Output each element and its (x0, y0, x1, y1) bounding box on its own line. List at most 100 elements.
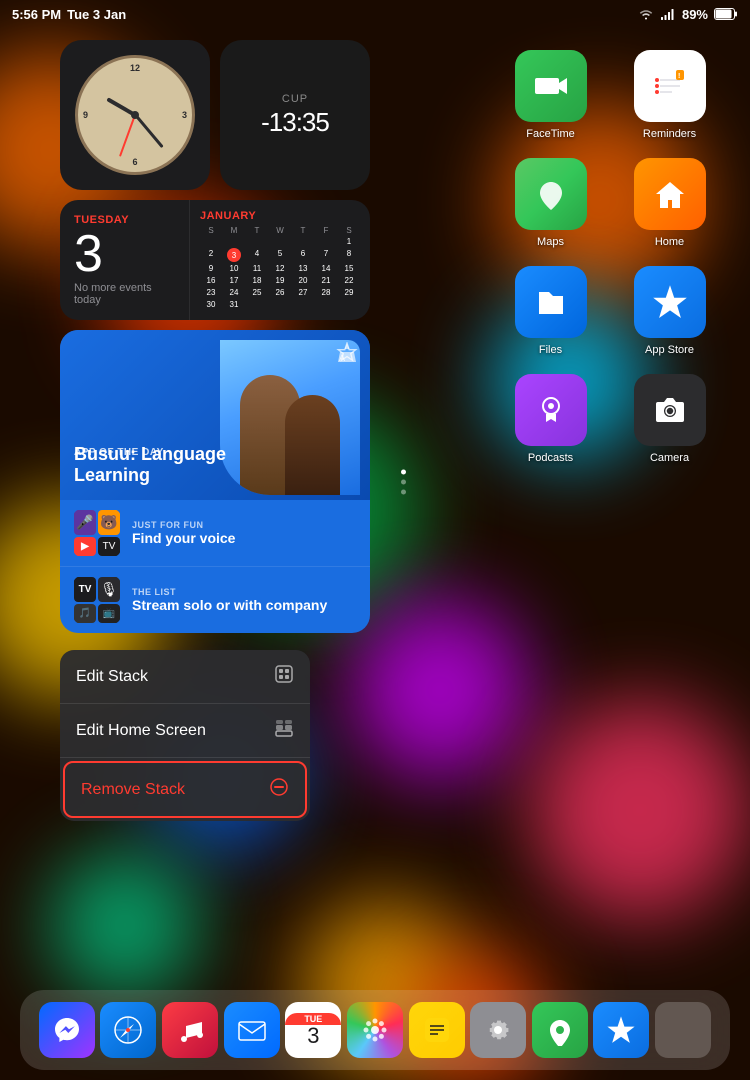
wifi-icon (638, 8, 654, 20)
calendar-no-events: No more events today (74, 282, 175, 306)
appstore-row2-tag: THE LIST (132, 587, 358, 597)
analog-clock-widget[interactable]: 12 6 9 3 (60, 40, 210, 190)
minute-hand (134, 114, 163, 148)
app-facetime[interactable]: FaceTime (500, 50, 601, 140)
status-bar: 5:56 PM Tue 3 Jan 89% (0, 0, 750, 28)
cal-header-f: F (315, 226, 337, 235)
cal-header-s1: S (200, 226, 222, 235)
appstore-top: A APP OF THE DAY Busuu: Language Learnin… (60, 330, 370, 500)
signal-icon (660, 8, 676, 20)
digital-clock-label: CUP (282, 93, 308, 105)
app-podcasts[interactable]: Podcasts (500, 374, 601, 464)
edit-home-screen-item[interactable]: Edit Home Screen (60, 704, 310, 758)
camera-icon (634, 374, 706, 446)
calendar-month: JANUARY (200, 210, 360, 222)
edit-home-screen-label: Edit Home Screen (76, 722, 206, 740)
calendar-date-num: 3 (74, 228, 175, 280)
calendar-grid: S M T W T F S 1 2 3 4 5 6 (200, 226, 360, 310)
calendar-widget[interactable]: TUESDAY 3 No more events today JANUARY S… (60, 200, 370, 320)
app-home[interactable]: Home (619, 158, 720, 248)
clock-row: 12 6 9 3 CUP -13:35 (60, 40, 390, 190)
appstore-label: App Store (645, 344, 694, 356)
dock-mail[interactable] (224, 1002, 280, 1058)
dot-2 (401, 479, 406, 484)
app-maps[interactable]: Maps (500, 158, 601, 248)
dock-settings[interactable] (470, 1002, 526, 1058)
camera-label: Camera (650, 452, 689, 464)
appstore-row1-tag: JUST FOR FUN (132, 520, 358, 530)
cal-header-s2: S (338, 226, 360, 235)
appstore-row1-icon: 🎤 🐻 ▶ TV (72, 508, 122, 558)
digital-clock-time: -13:35 (261, 107, 329, 138)
app-appstore[interactable]: App Store (619, 266, 720, 356)
edit-stack-item[interactable]: Edit Stack (60, 650, 310, 704)
status-right: 89% (638, 7, 738, 22)
appstore-row-2[interactable]: TV 🎙 🎵 📺 THE LIST Stream solo or with co… (60, 567, 370, 633)
appstore-app-of-day-title: Busuu: Language Learning (74, 444, 264, 486)
podcasts-icon (515, 374, 587, 446)
dock-photos[interactable] (347, 1002, 403, 1058)
appstore-row-1[interactable]: 🎤 🐻 ▶ TV JUST FOR FUN Find your voice (60, 500, 370, 567)
maps-icon (515, 158, 587, 230)
edit-stack-label: Edit Stack (76, 668, 148, 686)
context-menu: Edit Stack Edit Home Screen Remove Stack (60, 650, 310, 821)
dock-music[interactable] (162, 1002, 218, 1058)
files-icon (515, 266, 587, 338)
appstore-row1-title: Find your voice (132, 530, 358, 546)
analog-clock-face: 12 6 9 3 (75, 55, 195, 175)
remove-stack-label: Remove Stack (81, 781, 185, 799)
app-grid: FaceTime ! Reminders Maps (500, 50, 720, 464)
dock-notes[interactable] (409, 1002, 465, 1058)
cal-header-m: M (223, 226, 245, 235)
dock-maps[interactable] (532, 1002, 588, 1058)
battery-percent: 89% (682, 7, 708, 22)
status-date: Tue 3 Jan (67, 7, 126, 22)
reminders-label: Reminders (643, 128, 696, 140)
status-left: 5:56 PM Tue 3 Jan (12, 7, 126, 22)
appstore-widget-container: A APP OF THE DAY Busuu: Language Learnin… (60, 330, 390, 633)
cal-header-w: W (269, 226, 291, 235)
appstore-top-icon (336, 342, 358, 369)
appstore-row2-content: THE LIST Stream solo or with company (132, 587, 358, 613)
appstore-widget[interactable]: A APP OF THE DAY Busuu: Language Learnin… (60, 330, 370, 633)
pagination-dots (401, 469, 406, 494)
dot-3 (401, 489, 406, 494)
battery-icon (714, 8, 738, 20)
dock-messenger[interactable] (39, 1002, 95, 1058)
home-label: Home (655, 236, 684, 248)
edit-home-screen-icon (274, 718, 294, 743)
digital-clock-widget[interactable]: CUP -13:35 (220, 40, 370, 190)
svg-text:!: ! (678, 73, 680, 80)
dock-safari[interactable] (100, 1002, 156, 1058)
facetime-label: FaceTime (526, 128, 575, 140)
maps-label: Maps (537, 236, 564, 248)
bokeh-9 (530, 700, 750, 920)
clock-center (131, 111, 139, 119)
bokeh-11 (50, 850, 200, 1000)
home-icon (634, 158, 706, 230)
dock-calendar[interactable]: TUE 3 (285, 1002, 341, 1058)
remove-stack-item[interactable]: Remove Stack (63, 761, 307, 818)
status-time: 5:56 PM (12, 7, 61, 22)
remove-stack-icon (269, 777, 289, 802)
dock-appstore[interactable] (593, 1002, 649, 1058)
calendar-right: JANUARY S M T W T F S 1 2 3 4 (190, 200, 370, 320)
appstore-row2-title: Stream solo or with company (132, 597, 358, 613)
cal-header-t1: T (246, 226, 268, 235)
cal-header-t2: T (292, 226, 314, 235)
dock: TUE 3 (20, 990, 730, 1070)
calendar-left: TUESDAY 3 No more events today (60, 200, 190, 320)
dot-1 (401, 469, 406, 474)
podcasts-label: Podcasts (528, 452, 573, 464)
app-camera[interactable]: Camera (619, 374, 720, 464)
facetime-icon (515, 50, 587, 122)
appstore-row1-content: JUST FOR FUN Find your voice (132, 520, 358, 546)
files-label: Files (539, 344, 562, 356)
app-files[interactable]: Files (500, 266, 601, 356)
appstore-row2-icon: TV 🎙 🎵 📺 (72, 575, 122, 625)
dock-more-apps[interactable] (655, 1002, 711, 1058)
widgets-area: 12 6 9 3 CUP -13:35 TUESDAY 3 No more ev… (60, 40, 390, 633)
app-reminders[interactable]: ! Reminders (619, 50, 720, 140)
second-hand (119, 115, 136, 157)
appstore-icon-img (634, 266, 706, 338)
